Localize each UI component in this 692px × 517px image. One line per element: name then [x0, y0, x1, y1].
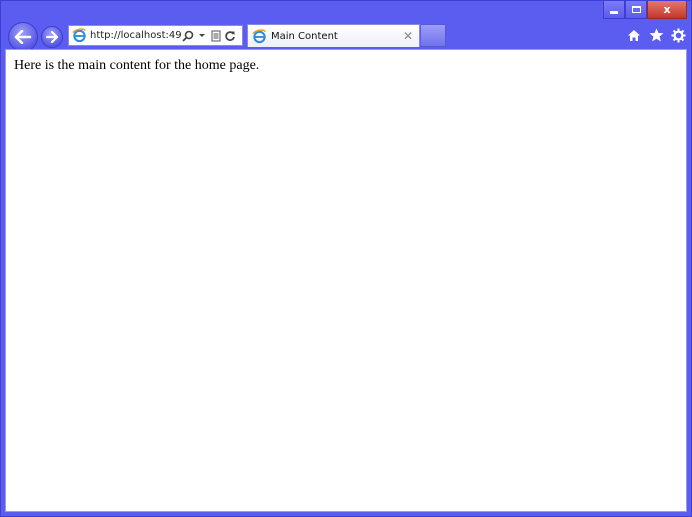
gear-icon	[670, 27, 686, 43]
home-button[interactable]	[625, 26, 643, 44]
tab-title: Main Content	[271, 30, 338, 42]
maximize-button[interactable]	[625, 1, 647, 19]
refresh-icon	[225, 30, 235, 41]
address-dropdown-button[interactable]	[196, 29, 208, 43]
arrow-left-icon	[14, 30, 32, 44]
address-bar[interactable]: http://localhost:49	[68, 25, 243, 46]
close-tab-icon[interactable]: ✕	[401, 29, 415, 43]
minimize-icon	[610, 11, 618, 14]
internet-explorer-icon	[252, 28, 266, 43]
close-window-button[interactable]: x	[647, 1, 687, 19]
main-content-text: Here is the main content for the home pa…	[14, 58, 260, 73]
close-icon: x	[663, 3, 671, 16]
tools-button[interactable]	[669, 26, 687, 44]
back-button[interactable]	[8, 22, 38, 52]
refresh-button[interactable]	[224, 29, 236, 43]
search-icon	[182, 30, 194, 42]
arrow-right-icon	[45, 31, 59, 43]
search-button[interactable]	[182, 29, 194, 43]
home-icon	[628, 29, 640, 41]
tab-main-content[interactable]: Main Content ✕	[247, 24, 420, 47]
favorites-button[interactable]	[647, 26, 665, 44]
address-url[interactable]: http://localhost:49	[90, 30, 182, 41]
new-tab-button[interactable]	[421, 24, 446, 47]
internet-explorer-icon	[72, 28, 86, 43]
navigation-bar: http://localhost:49 Main Content ✕	[5, 20, 687, 52]
minimize-button[interactable]	[603, 1, 625, 19]
browser-window: x http://localhost:49 Main Content ✕ Her…	[0, 0, 692, 517]
compatibility-view-button[interactable]	[210, 29, 222, 43]
caption-buttons: x	[603, 1, 687, 20]
chevron-down-icon	[199, 33, 205, 37]
star-icon	[649, 28, 663, 42]
compatibility-view-icon	[211, 30, 221, 41]
page-content: Here is the main content for the home pa…	[5, 49, 687, 512]
forward-button[interactable]	[41, 26, 63, 48]
address-tools	[182, 29, 236, 43]
command-icons	[625, 26, 687, 44]
maximize-icon	[631, 6, 641, 13]
